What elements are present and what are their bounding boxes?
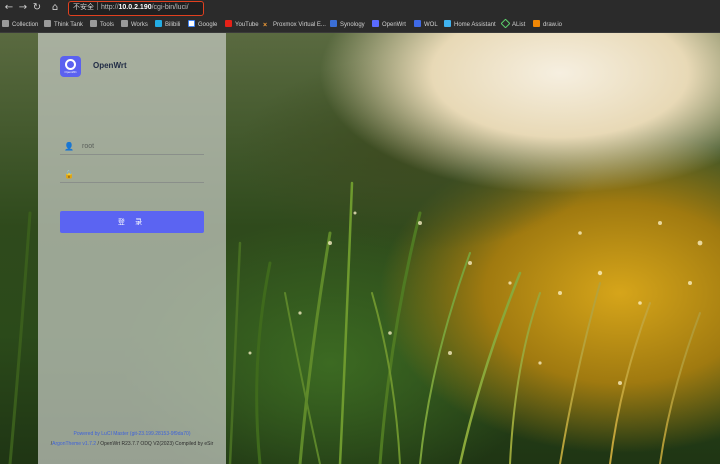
wol-icon bbox=[414, 20, 421, 27]
drawio-icon bbox=[533, 20, 540, 27]
bookmark-synology[interactable]: Synology bbox=[330, 20, 365, 30]
bookmark-think-tank[interactable]: Think Tank bbox=[44, 20, 83, 30]
browser-toolbar: ← → ↻ ⌂ 不安全 http://10.0.2.190/cgi-bin/luc… bbox=[0, 0, 720, 17]
bookmark-label: Tools bbox=[100, 22, 115, 28]
bookmark-label: Bilibili bbox=[165, 22, 181, 28]
security-warning-label[interactable]: 不安全 bbox=[73, 4, 94, 11]
bookmark-works[interactable]: Works bbox=[121, 20, 148, 30]
bookmark-label: Collection bbox=[12, 22, 39, 28]
bookmark-home-assistant[interactable]: Home Assistant bbox=[444, 20, 496, 30]
url-scheme: http:// bbox=[101, 4, 119, 11]
footer-build-info: /ArgonTheme v1.7.2 / OpenWrt R23.7.7 ODQ… bbox=[38, 441, 226, 447]
bookmarks-bar: Collection Think Tank Tools Works Bilibi… bbox=[0, 17, 720, 33]
bookmark-alist[interactable]: AList bbox=[500, 18, 526, 30]
password-field: 🔒 bbox=[60, 167, 204, 183]
back-icon[interactable]: ← bbox=[3, 2, 15, 14]
url-host: 10.0.2.190 bbox=[118, 4, 152, 11]
openwrt-logo-icon: OpenWrt bbox=[60, 56, 81, 77]
username-input[interactable] bbox=[82, 141, 200, 152]
bookmark-label: OpenWrt bbox=[382, 22, 406, 28]
powered-by-link[interactable]: Powered by LuCI Master (git-23.199.28153… bbox=[38, 431, 226, 437]
bookmark-label: draw.io bbox=[543, 22, 563, 28]
folder-icon bbox=[90, 20, 97, 27]
bookmark-label: Think Tank bbox=[54, 22, 83, 28]
lock-icon: 🔒 bbox=[64, 170, 74, 179]
build-text: / OpenWrt R23.7.7 ODQ V2(2023) Compiled … bbox=[96, 441, 214, 447]
bookmark-label: WOL bbox=[424, 22, 438, 28]
username-field: 👤 bbox=[60, 139, 204, 155]
bookmark-youtube[interactable]: YouTube bbox=[225, 20, 259, 30]
bookmark-wol[interactable]: WOL bbox=[414, 20, 438, 30]
bookmark-proxmox[interactable]: × Proxmox Virtual E... bbox=[263, 20, 326, 30]
google-icon bbox=[188, 20, 195, 27]
url-path: /cgi-bin/luci/ bbox=[151, 4, 189, 11]
page-viewport: OpenWrt OpenWrt 👤 🔒 登 录 Powered by LuCI … bbox=[0, 33, 720, 464]
login-button[interactable]: 登 录 bbox=[60, 211, 204, 233]
reload-icon[interactable]: ↻ bbox=[31, 2, 43, 14]
login-panel: OpenWrt OpenWrt 👤 🔒 登 录 Powered by LuCI … bbox=[38, 33, 226, 464]
theme-link[interactable]: ArgonTheme v1.7.2 bbox=[52, 441, 96, 447]
folder-icon bbox=[44, 20, 51, 27]
bookmark-label: Google bbox=[198, 22, 218, 28]
logo-ring bbox=[65, 59, 76, 70]
folder-icon bbox=[2, 20, 9, 27]
home-assistant-icon bbox=[444, 20, 451, 27]
bookmark-bilibili[interactable]: Bilibili bbox=[155, 20, 180, 30]
bookmark-label: Home Assistant bbox=[454, 22, 496, 28]
bookmark-openwrt[interactable]: OpenWrt bbox=[372, 20, 406, 30]
bookmark-label: YouTube bbox=[235, 22, 259, 28]
proxmox-icon: × bbox=[263, 22, 268, 29]
logo-text: OpenWrt bbox=[64, 70, 77, 74]
bookmark-label: Synology bbox=[340, 22, 365, 28]
user-icon: 👤 bbox=[64, 142, 74, 151]
folder-icon bbox=[121, 20, 128, 27]
home-icon[interactable]: ⌂ bbox=[49, 2, 61, 14]
forward-icon[interactable]: → bbox=[17, 2, 29, 14]
bookmark-tools[interactable]: Tools bbox=[90, 20, 114, 30]
openwrt-icon bbox=[372, 20, 379, 27]
synology-icon bbox=[330, 20, 337, 27]
brand-title: OpenWrt bbox=[93, 61, 127, 70]
bookmark-drawio[interactable]: draw.io bbox=[533, 20, 562, 30]
bookmark-google[interactable]: Google bbox=[188, 20, 217, 30]
bookmark-collection[interactable]: Collection bbox=[2, 20, 38, 30]
youtube-icon bbox=[225, 20, 232, 27]
address-bar[interactable]: 不安全 http://10.0.2.190/cgi-bin/luci/ bbox=[68, 1, 204, 16]
bilibili-icon bbox=[155, 20, 162, 27]
bookmark-label: Works bbox=[131, 22, 148, 28]
alist-icon bbox=[500, 18, 511, 29]
bookmark-label: AList bbox=[512, 22, 526, 28]
password-input[interactable] bbox=[82, 169, 200, 180]
divider bbox=[97, 2, 98, 10]
bookmark-label: Proxmox Virtual E... bbox=[273, 22, 326, 28]
